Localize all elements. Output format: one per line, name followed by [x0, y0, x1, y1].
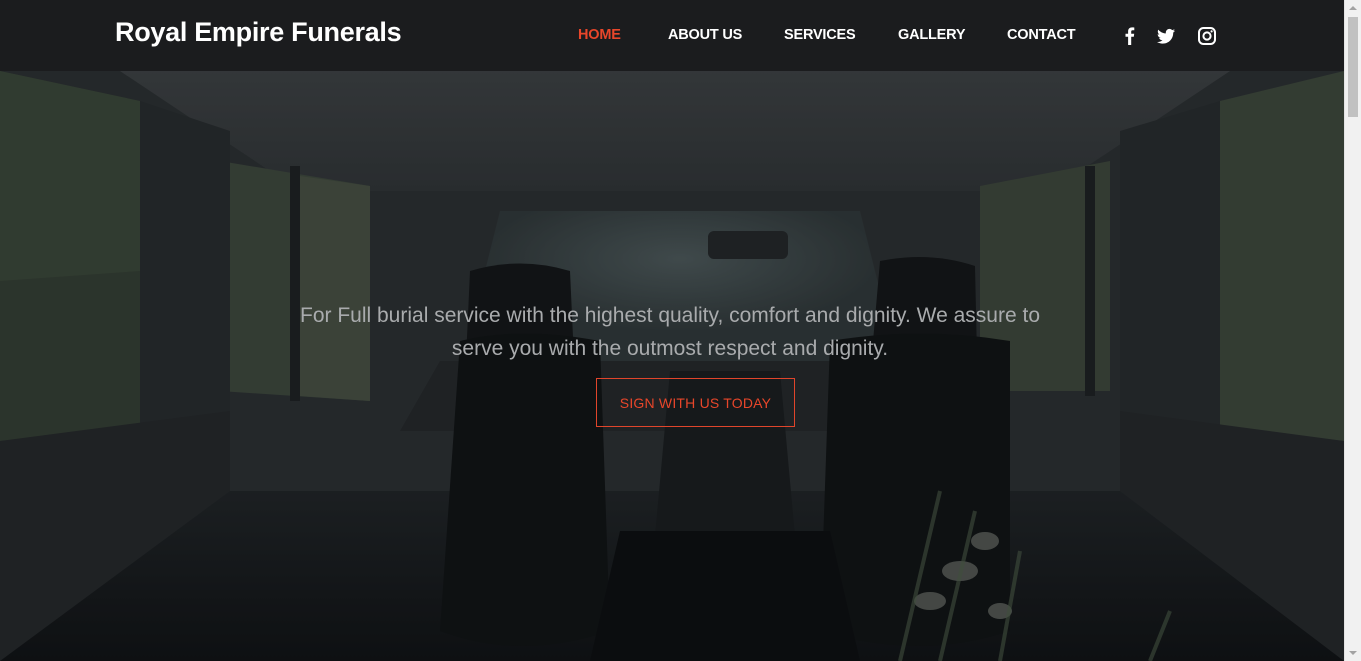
nav-about-us[interactable]: ABOUT US: [668, 27, 742, 43]
nav-home[interactable]: HOME: [578, 27, 621, 43]
scroll-up-arrow-icon[interactable]: [1345, 0, 1361, 16]
hero-tagline: For Full burial service with the highest…: [300, 304, 1040, 360]
nav-gallery[interactable]: GALLERY: [898, 27, 966, 43]
facebook-icon[interactable]: [1120, 26, 1140, 46]
nav-contact[interactable]: CONTACT: [1007, 27, 1076, 43]
scroll-down-arrow-icon[interactable]: [1345, 645, 1361, 661]
site-logo[interactable]: Royal Empire Funerals: [115, 17, 402, 48]
hero-dark-overlay: [0, 71, 1344, 661]
page: Royal Empire Funerals HOME ABOUT US SERV…: [0, 0, 1361, 661]
nav-services[interactable]: SERVICES: [784, 27, 856, 43]
twitter-icon[interactable]: [1156, 26, 1176, 46]
instagram-icon[interactable]: [1197, 26, 1217, 46]
sign-with-us-button[interactable]: SIGN WITH US TODAY: [596, 378, 795, 427]
hero-section: For Full burial service with the highest…: [0, 71, 1344, 661]
scrollbar-thumb[interactable]: [1348, 17, 1358, 117]
site-header: Royal Empire Funerals HOME ABOUT US SERV…: [0, 0, 1344, 71]
page-scrollbar[interactable]: [1344, 0, 1361, 661]
